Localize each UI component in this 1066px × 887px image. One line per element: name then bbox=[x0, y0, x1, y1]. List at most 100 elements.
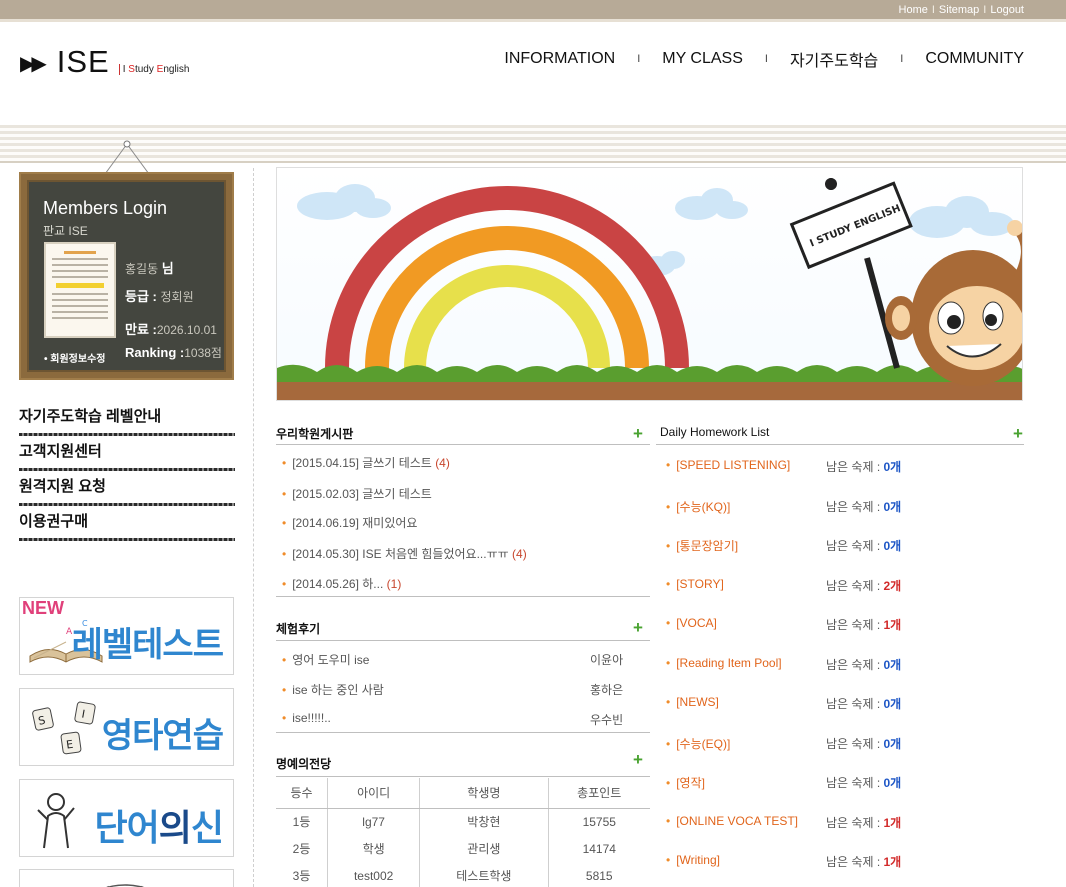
user-name-suffix: 님 bbox=[161, 261, 174, 276]
tagline-tudy: tudy bbox=[134, 64, 157, 75]
review-item[interactable]: • ise 하는 중인 사람 bbox=[282, 681, 384, 698]
hall-more-plus-icon[interactable]: + bbox=[633, 751, 643, 768]
edit-profile-link[interactable]: • 회원정보수정 bbox=[44, 350, 105, 365]
menu-buy-pass[interactable]: 이용권구매 bbox=[19, 510, 235, 545]
homework-item[interactable]: • [Writing] bbox=[666, 853, 720, 867]
homework-item[interactable]: • [수능(KQ)] bbox=[666, 498, 730, 515]
homework-remaining: 남은 숙제 : 0개 bbox=[826, 774, 901, 791]
homework-item[interactable]: • [SPEED LISTENING] bbox=[666, 458, 790, 472]
nav-self-study[interactable]: 자기주도학습 bbox=[790, 47, 878, 71]
expire-value: 2026.10.01 bbox=[156, 323, 217, 337]
word-god-label-b: 의 bbox=[158, 807, 192, 848]
bullet-icon: • bbox=[282, 456, 287, 470]
logo-arrows-icon: ▶▶ bbox=[20, 53, 47, 75]
board-more-plus-icon[interactable]: + bbox=[633, 425, 643, 442]
user-name-row: 홍길동 님 bbox=[125, 258, 174, 277]
homework-item[interactable]: • [ONLINE VOCA TEST] bbox=[666, 814, 798, 828]
homework-name: [Reading Item Pool] bbox=[676, 656, 782, 670]
menu-support-center[interactable]: 고객지원센터 bbox=[19, 440, 235, 475]
homework-item[interactable]: • [영작] bbox=[666, 774, 705, 791]
remaining-label: 남은 숙제 : bbox=[826, 618, 884, 632]
review-item[interactable]: • ise!!!!!.. bbox=[282, 711, 331, 725]
reviews-more-plus-icon[interactable]: + bbox=[633, 619, 643, 636]
bullet-icon: • bbox=[666, 539, 671, 553]
board-title: 우리학원게시판 bbox=[276, 427, 354, 441]
bullet-icon: • bbox=[666, 814, 671, 828]
homework-item[interactable]: • [NEWS] bbox=[666, 695, 719, 709]
remaining-count: 0개 bbox=[883, 539, 902, 553]
comment-count: (1) bbox=[386, 577, 402, 591]
photo-line bbox=[52, 305, 108, 307]
homework-item[interactable]: • [통문장암기] bbox=[666, 537, 738, 554]
photo-line bbox=[52, 264, 108, 266]
homework-title: Daily Homework List bbox=[660, 425, 770, 439]
remaining-label: 남은 숙제 : bbox=[826, 658, 884, 672]
board-post[interactable]: • [2014.05.30] ISE 처음엔 힘들었어요...ㅠㅠ (4) bbox=[282, 545, 527, 562]
post-title: [2015.04.15] 글쓰기 테스트 bbox=[292, 456, 432, 470]
word-god-label-c: 신 bbox=[190, 807, 224, 848]
site-logo[interactable]: ▶▶ ISE I Study English bbox=[20, 46, 189, 77]
homework-item[interactable]: • [VOCA] bbox=[666, 616, 717, 630]
top-link-separator: I bbox=[931, 4, 935, 16]
board-post[interactable]: • [2015.02.03] 글쓰기 테스트 bbox=[282, 485, 432, 502]
photo-line bbox=[52, 311, 108, 313]
reviews-title: 체험후기 bbox=[276, 622, 321, 636]
expire-row: 만료 :2026.10.01 bbox=[125, 319, 217, 338]
homework-remaining: 남은 숙제 : 0개 bbox=[826, 498, 901, 515]
photo-highlight bbox=[56, 283, 104, 288]
remaining-count: 0개 bbox=[883, 500, 902, 514]
logout-link[interactable]: Logout bbox=[990, 4, 1024, 16]
board-post[interactable]: • [2015.04.15] 글쓰기 테스트 (4) bbox=[282, 454, 450, 471]
remaining-label: 남은 숙제 : bbox=[826, 500, 884, 514]
bullet-icon: • bbox=[666, 695, 671, 709]
home-link[interactable]: Home bbox=[899, 4, 928, 16]
menu-level-guide[interactable]: 자기주도학습 레벨안내 bbox=[19, 405, 235, 440]
nav-my-class[interactable]: MY CLASS bbox=[662, 50, 743, 68]
review-item[interactable]: • 영어 도우미 ise bbox=[282, 651, 369, 668]
typing-practice-banner[interactable]: S I E 영타연습 bbox=[19, 688, 234, 766]
word-god-banner[interactable]: 단어의신 bbox=[19, 779, 234, 857]
remaining-label: 남은 숙제 : bbox=[826, 460, 884, 474]
nav-information[interactable]: INFORMATION bbox=[504, 50, 615, 68]
remaining-count: 1개 bbox=[883, 816, 902, 830]
reviews-bottom-divider bbox=[276, 732, 650, 733]
homework-item[interactable]: • [Reading Item Pool] bbox=[666, 656, 782, 670]
login-branch: 판교 ISE bbox=[43, 224, 88, 238]
board-post[interactable]: • [2014.05.26] 하... (1) bbox=[282, 575, 401, 592]
remaining-label: 남은 숙제 : bbox=[826, 737, 884, 751]
clock-icon bbox=[105, 884, 145, 887]
nav-separator: I bbox=[637, 53, 641, 65]
rainbow-monkey-illustration: I STUDY ENGLISH bbox=[277, 178, 1022, 400]
bullet-icon: • bbox=[666, 737, 671, 751]
members-login-board: Members Login 판교 ISE 홍길동 님 등급 : 정회원 만료 :… bbox=[19, 172, 234, 380]
photo-line bbox=[52, 270, 108, 272]
homework-more-plus-icon[interactable]: + bbox=[1013, 425, 1023, 442]
nav-separator: I bbox=[900, 53, 904, 65]
homework-item[interactable]: • [STORY] bbox=[666, 577, 724, 591]
photo-line bbox=[52, 276, 108, 278]
sitemap-link[interactable]: Sitemap bbox=[939, 4, 979, 16]
review-author: 홍하은 bbox=[590, 683, 624, 697]
clock-banner[interactable] bbox=[19, 869, 234, 887]
homework-name: [ONLINE VOCA TEST] bbox=[676, 814, 799, 828]
remaining-count: 0개 bbox=[883, 776, 902, 790]
table-cell: 1등 bbox=[292, 815, 311, 830]
homework-name: [VOCA] bbox=[676, 616, 717, 630]
review-title: ise 하는 중인 사람 bbox=[292, 683, 384, 697]
table-cell: 2등 bbox=[292, 842, 311, 856]
nav-community[interactable]: COMMUNITY bbox=[925, 50, 1024, 68]
remaining-label: 남은 숙제 : bbox=[826, 539, 884, 553]
homework-remaining: 남은 숙제 : 0개 bbox=[826, 695, 901, 712]
left-menu: 자기주도학습 레벨안내 고객지원센터 원격지원 요청 이용권구매 bbox=[19, 405, 235, 545]
header: ▶▶ ISE I Study English INFORMATION I MY … bbox=[0, 25, 1066, 125]
level-test-banner[interactable]: NEW A C 레벨테스트 bbox=[19, 597, 234, 675]
word-god-label-a: 단어 bbox=[94, 807, 160, 848]
bullet-icon: • bbox=[282, 547, 287, 561]
post-title: [2014.06.19] 재미있어요 bbox=[292, 516, 418, 530]
homework-remaining: 남은 숙제 : 0개 bbox=[826, 537, 901, 554]
photo-line bbox=[52, 258, 108, 260]
menu-remote-support[interactable]: 원격지원 요청 bbox=[19, 475, 235, 510]
board-post[interactable]: • [2014.06.19] 재미있어요 bbox=[282, 514, 417, 531]
homework-item[interactable]: • [수능(EQ)] bbox=[666, 735, 730, 752]
table-cell: 박창현 bbox=[419, 808, 548, 835]
